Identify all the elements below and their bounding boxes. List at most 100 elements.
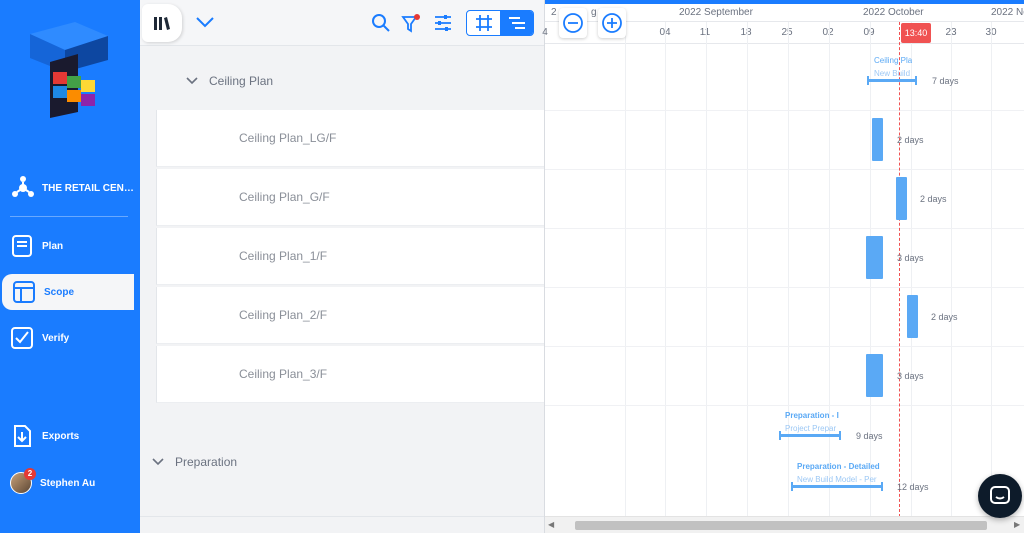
tree-group-label: Preparation — [175, 455, 238, 469]
today-marker: 13:40 — [901, 23, 931, 43]
zoom-out-button[interactable] — [559, 8, 587, 38]
grid-line — [788, 22, 789, 516]
toolbar — [140, 0, 544, 46]
duration-label: 9 days — [856, 431, 883, 441]
day-label: 02 — [822, 27, 834, 38]
summary-sublabel: Project Prepar — [785, 424, 837, 433]
chevron-down-icon — [196, 17, 214, 28]
tree-row[interactable]: Ceiling Plan_LG/F — [156, 110, 544, 167]
task-bar[interactable] — [866, 236, 883, 279]
library-button[interactable] — [142, 4, 182, 42]
tree-row[interactable]: Ceiling Plan_1/F — [156, 228, 544, 285]
task-bar[interactable] — [866, 354, 883, 397]
chat-button[interactable] — [978, 474, 1022, 518]
scroll-right-icon[interactable]: ▶ — [1014, 520, 1020, 529]
horizontal-scrollbar[interactable]: ◀ ▶ — [545, 516, 1024, 533]
adjust-button[interactable] — [431, 10, 455, 36]
duration-label: 2 days — [931, 312, 958, 322]
row-line — [545, 228, 1024, 229]
tree-divider — [140, 516, 544, 517]
month-label-partial-tail: g — [591, 7, 597, 18]
row-line — [545, 169, 1024, 170]
scrollbar-thumb[interactable] — [575, 521, 987, 530]
duration-label: 2 days — [897, 135, 924, 145]
task-bar[interactable] — [907, 295, 918, 338]
search-button[interactable] — [369, 10, 393, 36]
task-tree: Ceiling Plan Ceiling Plan_LG/F Ceiling P… — [140, 46, 544, 533]
task-bar[interactable] — [872, 118, 883, 161]
grid-line — [665, 22, 666, 516]
duration-label: 12 days — [897, 482, 929, 492]
grid-line — [829, 22, 830, 516]
task-bar[interactable] — [896, 177, 907, 220]
grid-line — [625, 22, 626, 516]
tree-row[interactable]: Ceiling Plan_2/F — [156, 287, 544, 344]
grid-line — [951, 22, 952, 516]
duration-label: 2 days — [920, 194, 947, 204]
summary-sublabel: New Build — [874, 69, 911, 78]
avatar: 2 — [10, 468, 36, 494]
tree-group-label: Ceiling Plan — [209, 74, 274, 88]
grid-line — [747, 22, 748, 516]
duration-label: 3 days — [897, 253, 924, 263]
filter-button[interactable] — [400, 10, 422, 36]
tree-group-preparation[interactable]: Preparation — [145, 436, 544, 488]
project-selector[interactable]: THE RETAIL CENT... — [10, 172, 136, 204]
scope-icon — [13, 281, 35, 303]
sidebar-item-scope[interactable]: Scope — [2, 274, 138, 310]
notification-badge: 2 — [24, 468, 36, 480]
expand-all-button[interactable] — [194, 10, 216, 34]
summary-bar[interactable] — [779, 431, 841, 440]
tree-row[interactable]: Ceiling Plan_3/F — [156, 346, 544, 403]
chat-icon — [990, 486, 1010, 504]
scroll-left-icon[interactable]: ◀ — [548, 520, 554, 529]
month-label: 2022 October — [863, 7, 924, 18]
hub-icon — [12, 176, 34, 197]
chevron-down-icon[interactable] — [151, 455, 165, 469]
filter-icon — [401, 14, 420, 33]
project-name: THE RETAIL CENT... — [42, 182, 134, 194]
zoom-in-icon — [602, 13, 622, 33]
tree-row-label: Ceiling Plan_1/F — [239, 249, 328, 263]
grid-line — [706, 22, 707, 516]
sidebar-item-label: Scope — [44, 286, 75, 298]
sliders-icon — [435, 15, 451, 31]
tree-row[interactable]: Ceiling Plan_G/F — [156, 169, 544, 226]
month-label: 2022 No — [991, 7, 1024, 18]
summary-label: Preparation - Detailed — [797, 462, 880, 471]
zoom-in-button[interactable] — [598, 8, 626, 38]
summary-bar[interactable] — [867, 76, 917, 85]
sidebar-item-exports[interactable]: Exports — [0, 414, 134, 458]
day-label: 11 — [699, 27, 711, 38]
exports-icon — [14, 425, 31, 447]
tree-group-ceiling-plan[interactable]: Ceiling Plan — [145, 58, 544, 104]
tree-row-label: Ceiling Plan_2/F — [239, 308, 328, 322]
grid-view-icon — [475, 15, 492, 31]
tree-row-label: Ceiling Plan_LG/F — [239, 131, 337, 145]
user-profile[interactable]: 2 Stephen Au — [10, 468, 134, 498]
summary-bar[interactable] — [791, 482, 883, 491]
gantt-view-icon — [508, 17, 525, 29]
sidebar-item-label: Plan — [42, 240, 64, 252]
grid-view-button[interactable] — [467, 11, 500, 35]
sidebar-item-verify[interactable]: Verify — [0, 316, 134, 360]
zoom-out-icon — [563, 13, 583, 33]
sidebar-item-label: Verify — [42, 332, 70, 344]
user-name: Stephen Au — [40, 477, 96, 489]
sidebar: THE RETAIL CENT... Plan Scope Verify Exp… — [0, 0, 138, 533]
today-line — [899, 22, 900, 522]
row-line — [545, 346, 1024, 347]
day-label: 18 — [740, 27, 752, 38]
grid-line — [991, 22, 992, 516]
gantt-chart: 2 g 2022 September 2022 October 2022 No … — [542, 0, 1024, 533]
month-label-partial: 2 — [551, 7, 557, 18]
sidebar-item-label: Exports — [42, 430, 80, 442]
duration-label: 3 days — [897, 371, 924, 381]
tree-row-label: Ceiling Plan_G/F — [239, 190, 330, 204]
chevron-down-icon[interactable] — [185, 74, 199, 88]
month-label: 2022 September — [679, 7, 753, 18]
app-logo[interactable] — [20, 14, 116, 118]
sidebar-item-plan[interactable]: Plan — [0, 224, 134, 268]
sidebar-divider — [10, 216, 128, 217]
row-line — [545, 110, 1024, 111]
